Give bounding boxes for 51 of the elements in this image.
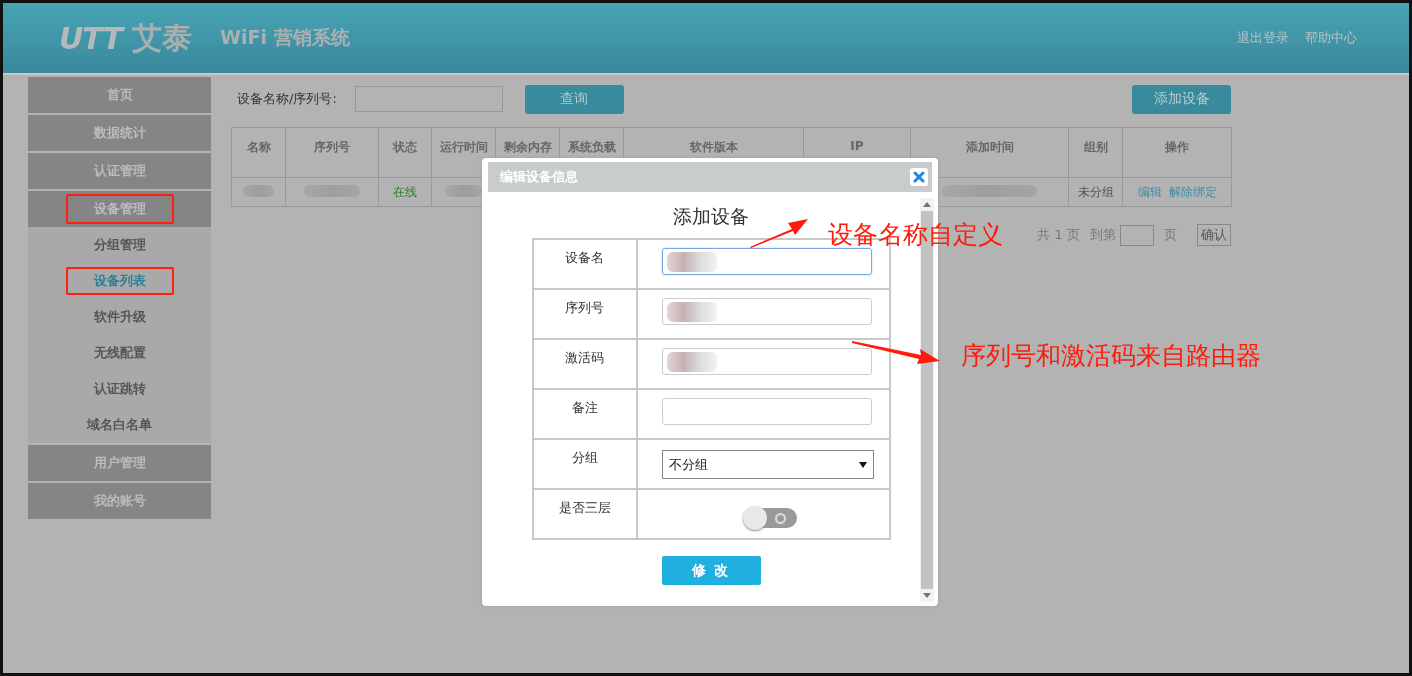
input-field[interactable] — [661, 398, 872, 425]
input-field[interactable] — [661, 248, 872, 275]
search-label: 设备名称/序列号: — [237, 90, 337, 108]
app-title: WiFi 营销系统 — [220, 25, 350, 50]
column-header: 状态 — [378, 127, 432, 178]
header-link[interactable]: 退出登录 — [1237, 29, 1289, 47]
field-label: 激活码 — [565, 350, 604, 365]
table-cell: 未分组 — [1077, 184, 1114, 199]
logo-mark: UTT — [59, 20, 126, 56]
logo-name: 艾泰 — [132, 18, 192, 57]
dropdown-arrow-icon — [858, 461, 867, 468]
input-field[interactable] — [661, 298, 872, 325]
header-link[interactable]: 帮助中心 — [1305, 29, 1357, 47]
submit-button[interactable]: 修 改 — [661, 556, 761, 585]
row-action-link[interactable]: 编辑 — [1137, 183, 1162, 201]
nav-subitem[interactable]: 设备列表 — [28, 263, 211, 299]
scroll-down-icon[interactable] — [923, 593, 931, 598]
arrow — [748, 217, 810, 249]
group-select[interactable]: 不分组 — [661, 450, 874, 479]
scroll-up-icon[interactable] — [923, 202, 931, 207]
column-header: 组别 — [1068, 127, 1123, 178]
search-field[interactable] — [354, 86, 503, 112]
nav-subitem[interactable]: 无线配置 — [28, 335, 211, 371]
column-header: 序列号 — [285, 127, 379, 178]
page-unit: 页 — [1164, 226, 1177, 244]
confirm-button[interactable]: 确认 — [1197, 224, 1231, 246]
row-action-link[interactable]: 解除绑定 — [1168, 183, 1217, 201]
column-header: 操作 — [1122, 127, 1232, 178]
blurred-text — [444, 184, 483, 197]
close-button[interactable] — [910, 168, 928, 186]
nav-subitem[interactable]: 域名白名单 — [28, 407, 211, 443]
goto-label: 到第 — [1090, 226, 1116, 244]
annotation-text: 序列号和激活码来自路由器 — [961, 340, 1261, 372]
status-text: 在线 — [393, 184, 417, 199]
query-button[interactable]: 查询 — [524, 84, 624, 114]
field-label: 分组 — [571, 450, 598, 465]
field-label: 是否三层 — [558, 500, 611, 515]
annotation-text: 设备名称自定义 — [828, 219, 1003, 251]
column-header: 名称 — [231, 127, 286, 178]
page-count: 共 1 页 — [1037, 226, 1080, 244]
input-field[interactable] — [661, 348, 872, 375]
add-device-button[interactable]: 添加设备 — [1132, 84, 1231, 114]
field-label: 序列号 — [565, 300, 604, 315]
page-field[interactable] — [1120, 224, 1154, 246]
nav-subitem[interactable]: 软件升级 — [28, 299, 211, 335]
toggle-switch[interactable] — [744, 508, 797, 528]
field-label: 备注 — [571, 400, 598, 415]
nav-subitem[interactable]: 分组管理 — [28, 227, 211, 263]
field-label: 设备名 — [565, 250, 604, 265]
form-heading: 添加设备 — [673, 204, 749, 229]
nav-subitem[interactable]: 认证跳转 — [28, 371, 211, 407]
